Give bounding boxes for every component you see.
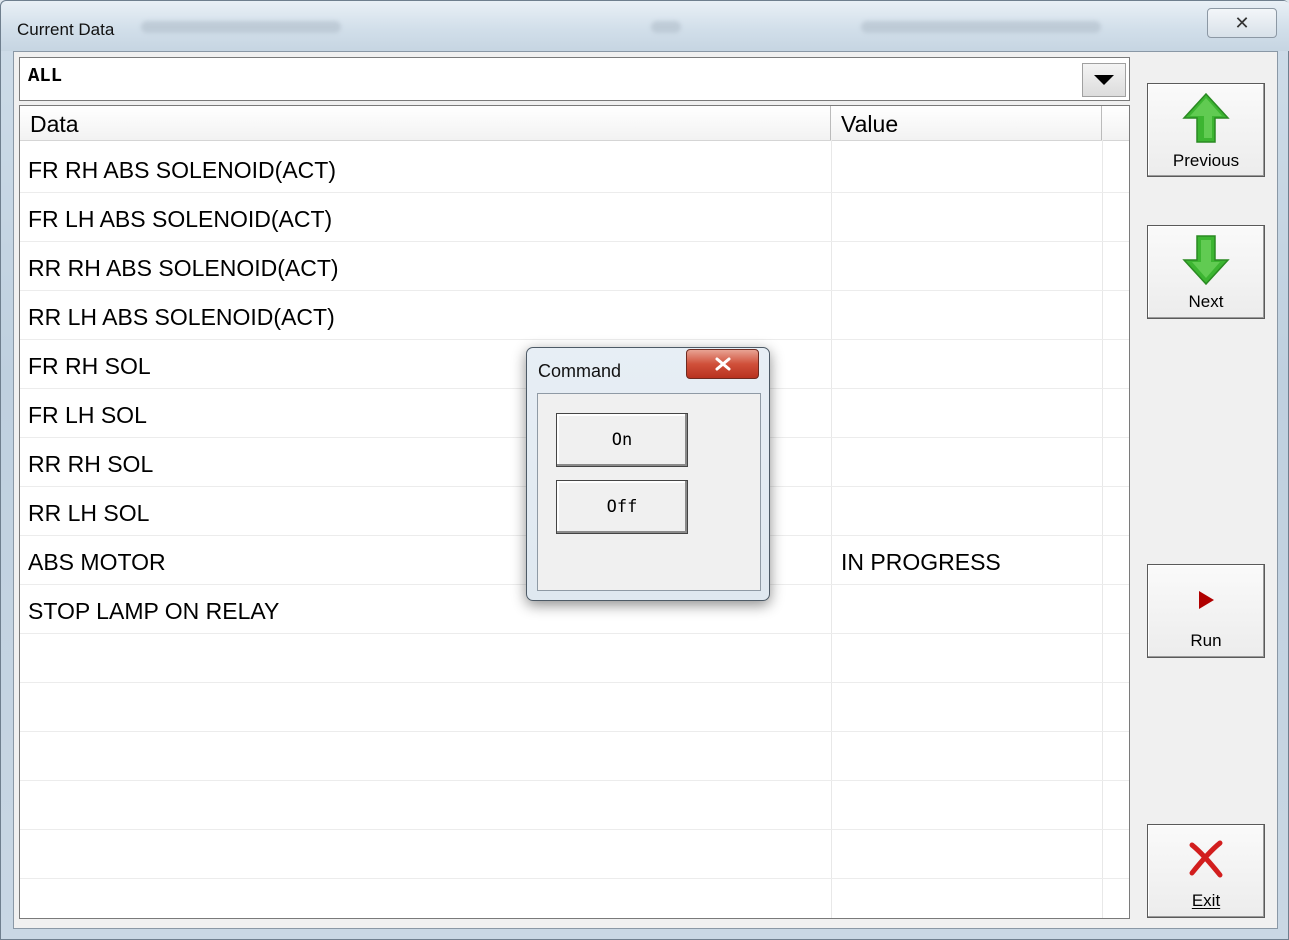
previous-button[interactable]: Previous <box>1147 83 1265 177</box>
empty-row <box>20 683 1129 732</box>
value-cell <box>833 487 841 536</box>
table-row[interactable]: RR LH ABS SOLENOID(ACT) <box>20 291 1129 340</box>
value-cell <box>833 144 841 193</box>
data-cell: FR RH ABS SOLENOID(ACT) <box>28 157 336 183</box>
data-cell: STOP LAMP ON RELAY <box>28 598 280 624</box>
table-row[interactable]: FR LH ABS SOLENOID(ACT) <box>20 193 1129 242</box>
exit-button[interactable]: Exit <box>1147 824 1265 918</box>
data-cell: FR RH SOL <box>28 353 151 379</box>
empty-row <box>20 781 1129 830</box>
empty-row <box>20 634 1129 683</box>
data-cell: FR LH ABS SOLENOID(ACT) <box>28 206 333 232</box>
title-blur <box>861 21 1101 33</box>
off-button[interactable]: Off <box>556 480 688 534</box>
main-window: Current Data ✕ ALL Data Value FR RH ABS … <box>0 0 1289 940</box>
title-bar: Current Data ✕ <box>1 1 1289 51</box>
empty-row <box>20 830 1129 879</box>
filter-selected-value: ALL <box>28 65 63 87</box>
value-cell <box>833 193 841 242</box>
dialog-close-button[interactable] <box>686 349 759 379</box>
column-header-value[interactable]: Value <box>831 106 1102 140</box>
value-cell <box>833 585 841 634</box>
arrow-down-icon <box>1182 235 1230 286</box>
close-icon: ✕ <box>1234 12 1250 33</box>
data-cell: RR LH SOL <box>28 500 150 526</box>
data-cell: ABS MOTOR <box>28 549 166 575</box>
next-button[interactable]: Next <box>1147 225 1265 319</box>
value-cell <box>833 291 841 340</box>
exit-label: Exit <box>1191 891 1221 910</box>
empty-row <box>20 732 1129 781</box>
value-cell <box>833 242 841 291</box>
data-cell: RR RH ABS SOLENOID(ACT) <box>28 255 339 281</box>
chevron-down-icon <box>1094 75 1114 85</box>
data-cell: RR RH SOL <box>28 451 154 477</box>
title-blur <box>141 21 341 33</box>
value-cell: IN PROGRESS <box>841 549 1001 575</box>
run-label: Run <box>1190 631 1222 650</box>
next-label: Next <box>1188 292 1224 311</box>
play-icon <box>1199 591 1214 609</box>
window-close-button[interactable]: ✕ <box>1207 8 1277 38</box>
title-blur <box>651 21 681 33</box>
dialog-body: On Off <box>537 393 761 591</box>
filter-dropdown[interactable]: ALL <box>19 57 1130 101</box>
value-cell <box>833 340 841 389</box>
value-cell <box>833 438 841 487</box>
close-icon <box>1189 840 1223 878</box>
previous-label: Previous <box>1172 151 1240 170</box>
dialog-title: Command <box>538 361 622 381</box>
close-icon <box>715 357 730 371</box>
on-button[interactable]: On <box>556 413 688 467</box>
table-row[interactable]: FR RH ABS SOLENOID(ACT) <box>20 144 1129 193</box>
column-header-data[interactable]: Data <box>20 106 831 140</box>
run-button[interactable]: Run <box>1147 564 1265 658</box>
grid-header: Data Value <box>20 106 1129 141</box>
data-cell: FR LH SOL <box>28 402 147 428</box>
value-cell <box>833 389 841 438</box>
arrow-up-icon <box>1182 92 1230 143</box>
dropdown-button[interactable] <box>1082 63 1126 97</box>
data-cell: RR LH ABS SOLENOID(ACT) <box>28 304 335 330</box>
window-title: Current Data <box>17 20 115 39</box>
table-row[interactable]: RR RH ABS SOLENOID(ACT) <box>20 242 1129 291</box>
command-dialog: Command On Off <box>526 347 770 601</box>
